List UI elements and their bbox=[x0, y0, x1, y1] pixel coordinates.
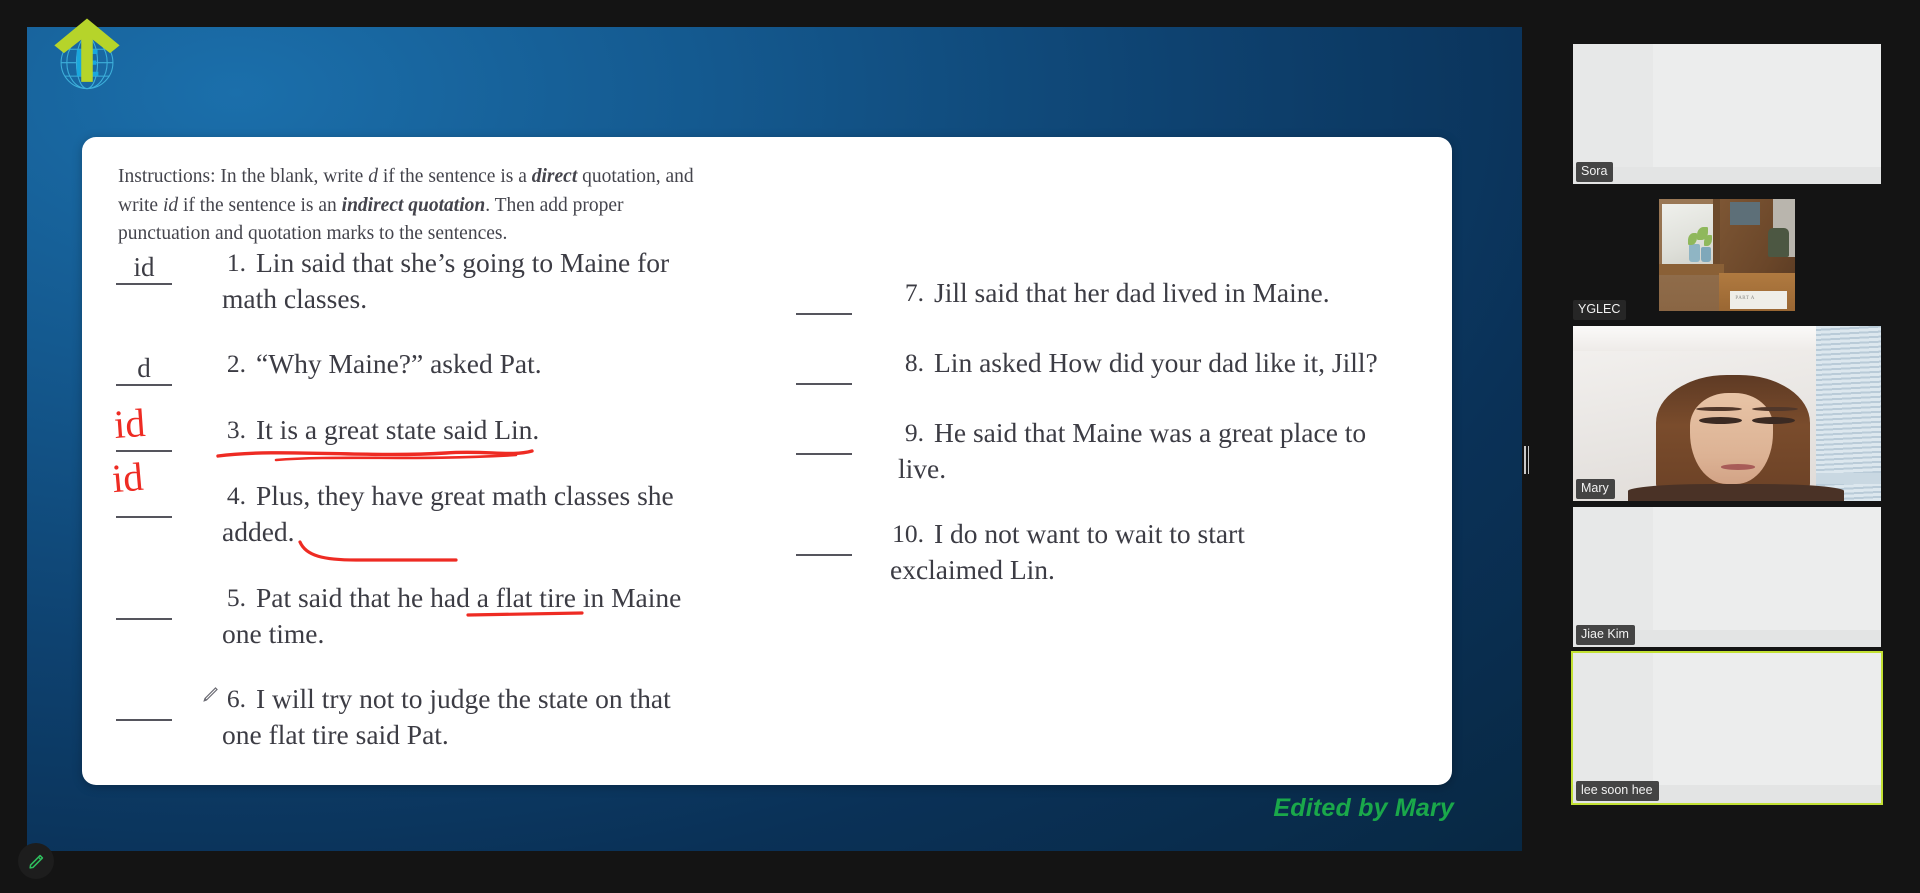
answer-blank-7[interactable] bbox=[796, 284, 852, 315]
annotate-pencil-button[interactable] bbox=[18, 843, 54, 879]
instructions-part2: if the sentence is a bbox=[377, 166, 532, 187]
question-number-4: 4. bbox=[226, 481, 246, 511]
question-item-6[interactable]: 6. I will try not to judge the state on t… bbox=[116, 681, 796, 752]
participant-tile-jiae-kim[interactable]: Jiae Kim bbox=[1573, 507, 1881, 647]
question-text-7: 7. Jill said that her dad lived in Maine. bbox=[898, 275, 1368, 311]
question-body-5: Pat said that he had a flat tire in Main… bbox=[222, 581, 682, 649]
edited-by-credit: Edited by Mary bbox=[1273, 794, 1454, 822]
instructions-part4: if the sentence is an bbox=[178, 194, 342, 216]
answer-blank-6[interactable] bbox=[116, 690, 172, 722]
question-number-3: 3. bbox=[226, 415, 246, 445]
question-text-9: 9. He said that Maine was a great place t… bbox=[898, 415, 1368, 486]
question-text-4: 4. Plus, they have great math classes she… bbox=[222, 478, 692, 549]
question-text-10: 10. I do not want to wait to start exclai… bbox=[890, 516, 1360, 587]
question-number-9: 9. bbox=[904, 418, 924, 447]
answer-blank-4[interactable] bbox=[116, 487, 172, 519]
question-item-3[interactable]: 3. It is a great state said Lin. id bbox=[112, 400, 796, 462]
question-number-8: 8. bbox=[904, 348, 924, 377]
participant-name-sora: Sora bbox=[1576, 162, 1614, 182]
answer-blank-1[interactable]: id bbox=[116, 254, 172, 285]
question-text-1: 1. Lin said that she’s going to Maine for… bbox=[222, 245, 692, 316]
participant-name-lee-soon-hee: lee soon hee bbox=[1576, 781, 1659, 801]
question-text-3: 3. It is a great state said Lin. bbox=[222, 412, 692, 448]
participant-tile-yglec[interactable]: PART A YGLEC bbox=[1573, 190, 1881, 320]
worksheet-card: Instructions: In the blank, write d if t… bbox=[82, 137, 1452, 785]
question-number-1: 1. bbox=[226, 248, 246, 277]
participant-video-mary bbox=[1573, 326, 1881, 501]
question-body-8: Lin asked How did your dad like it, Jill… bbox=[934, 347, 1378, 378]
answer-blank-9[interactable] bbox=[796, 424, 852, 455]
meeting-window: E Instructions: In the blank, write d if… bbox=[0, 0, 1920, 893]
question-item-7[interactable]: 7. Jill said that her dad lived in Maine. bbox=[796, 275, 1436, 315]
question-column-left: id 1. Lin said that she’s going to Maine … bbox=[110, 245, 796, 752]
pencil-cursor-icon bbox=[202, 685, 220, 703]
question-item-9[interactable]: 9. He said that Maine was a great place t… bbox=[796, 415, 1436, 486]
worksheet-instructions: Instructions: In the blank, write d if t… bbox=[118, 163, 718, 249]
instructions-lead: Instructions: bbox=[118, 166, 216, 187]
shared-screen-stage: E Instructions: In the blank, write d if… bbox=[0, 0, 1522, 851]
question-item-4[interactable]: 4. Plus, they have great math classes she… bbox=[110, 454, 796, 562]
blank-screen-share bbox=[1573, 44, 1881, 184]
question-item-8[interactable]: 8. Lin asked How did your dad like it, Ji… bbox=[796, 345, 1436, 385]
answer-blank-10[interactable] bbox=[796, 525, 852, 557]
question-columns: id 1. Lin said that she’s going to Maine … bbox=[110, 245, 1452, 752]
question-text-5: 5. Pat said that he had a flat tire in Ma… bbox=[222, 580, 692, 651]
participant-video-sora bbox=[1573, 44, 1881, 184]
question-item-2[interactable]: d 2. “Why Maine?” asked Pat. bbox=[116, 346, 796, 387]
question-item-1[interactable]: id 1. Lin said that she’s going to Maine … bbox=[116, 245, 796, 316]
drag-handle-icon[interactable] bbox=[1524, 446, 1529, 474]
instructions-part1: In the blank, write bbox=[215, 166, 369, 187]
question-number-7: 7. bbox=[904, 278, 924, 307]
question-item-10[interactable]: 10. I do not want to wait to start exclai… bbox=[796, 516, 1436, 587]
question-body-9: He said that Maine was a great place to … bbox=[898, 417, 1367, 484]
answer-blank-8[interactable] bbox=[796, 354, 852, 385]
instructions-em-id: id bbox=[162, 194, 179, 216]
participant-tile-sora[interactable]: Sora bbox=[1573, 44, 1881, 184]
question-body-10: I do not want to wait to start exclaimed… bbox=[890, 518, 1245, 586]
instructions-em-d: d bbox=[368, 166, 378, 187]
instructions-em-direct: direct bbox=[531, 166, 578, 187]
arrow-globe-logo-icon: E bbox=[39, 7, 135, 103]
question-body-6: I will try not to judge the state on tha… bbox=[222, 683, 671, 750]
question-body-1: Lin said that she’s going to Maine for m… bbox=[222, 247, 670, 314]
question-item-5[interactable]: 5. Pat said that he had a flat tire in Ma… bbox=[116, 580, 796, 651]
question-number-10: 10. bbox=[892, 519, 924, 549]
question-number-5: 5. bbox=[226, 582, 246, 612]
presentation-slide[interactable]: E Instructions: In the blank, write d if… bbox=[27, 18, 1522, 851]
question-text-6: 6. I will try not to judge the state on t… bbox=[222, 681, 692, 752]
instructions-em-indirect: indirect quotation bbox=[341, 194, 486, 216]
participant-tile-lee-soon-hee[interactable]: lee soon hee bbox=[1571, 651, 1883, 805]
question-column-right: 7. Jill said that her dad lived in Maine.… bbox=[796, 245, 1436, 752]
question-body-3: It is a great state said Lin. bbox=[256, 414, 540, 446]
question-body-4: Plus, they have great math classes she a… bbox=[222, 480, 674, 548]
participant-tile-mary[interactable]: Mary bbox=[1573, 326, 1881, 501]
question-text-2: 2. “Why Maine?” asked Pat. bbox=[222, 346, 692, 382]
webcam-feed bbox=[1573, 326, 1881, 501]
answer-blank-5[interactable] bbox=[116, 589, 172, 620]
question-number-6: 6. bbox=[226, 684, 246, 714]
question-text-8: 8. Lin asked How did your dad like it, Ji… bbox=[898, 345, 1378, 381]
panel-splitter[interactable] bbox=[1522, 0, 1530, 851]
participant-sidebar: Sora PART A YGLEC Mary Jiae Kim lee soon… bbox=[1570, 0, 1920, 893]
question-number-2: 2. bbox=[226, 349, 246, 379]
participant-name-jiae-kim: Jiae Kim bbox=[1576, 625, 1635, 645]
question-body-7: Jill said that her dad lived in Maine. bbox=[934, 277, 1330, 308]
pencil-icon bbox=[28, 854, 43, 869]
participant-name-mary: Mary bbox=[1576, 479, 1615, 499]
question-body-2: “Why Maine?” asked Pat. bbox=[256, 348, 542, 380]
answer-blank-2[interactable]: d bbox=[116, 355, 172, 387]
answer-blank-3[interactable] bbox=[116, 421, 172, 453]
participant-name-yglec: YGLEC bbox=[1573, 300, 1627, 320]
